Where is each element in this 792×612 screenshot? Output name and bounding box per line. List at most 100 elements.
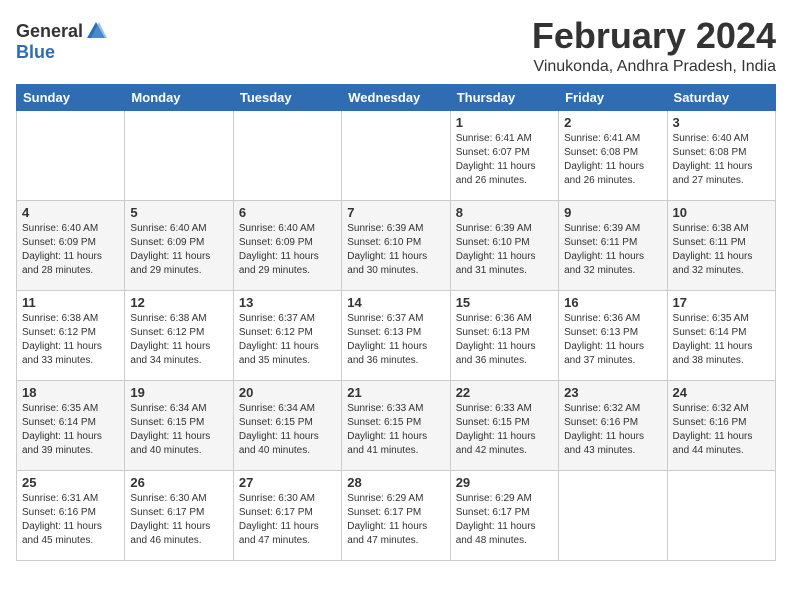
logo-general-text: General	[16, 21, 83, 42]
logo: General Blue	[16, 16, 107, 63]
calendar-cell: 23 Sunrise: 6:32 AM Sunset: 6:16 PM Dayli…	[559, 380, 667, 470]
day-number: 13	[239, 295, 336, 310]
calendar-cell: 11 Sunrise: 6:38 AM Sunset: 6:12 PM Dayli…	[17, 290, 125, 380]
day-info: Sunrise: 6:38 AM Sunset: 6:12 PM Dayligh…	[22, 312, 119, 368]
calendar-cell: 1 Sunrise: 6:41 AM Sunset: 6:07 PM Daylig…	[450, 110, 558, 200]
calendar-day-header: Thursday	[450, 84, 558, 110]
calendar-cell	[125, 110, 233, 200]
calendar-cell: 19 Sunrise: 6:34 AM Sunset: 6:15 PM Dayli…	[125, 380, 233, 470]
day-number: 19	[130, 385, 227, 400]
calendar-cell: 29 Sunrise: 6:29 AM Sunset: 6:17 PM Dayli…	[450, 470, 558, 560]
day-info: Sunrise: 6:39 AM Sunset: 6:11 PM Dayligh…	[564, 222, 661, 278]
day-info: Sunrise: 6:39 AM Sunset: 6:10 PM Dayligh…	[347, 222, 444, 278]
day-number: 29	[456, 475, 553, 490]
day-info: Sunrise: 6:37 AM Sunset: 6:12 PM Dayligh…	[239, 312, 336, 368]
day-info: Sunrise: 6:36 AM Sunset: 6:13 PM Dayligh…	[564, 312, 661, 368]
month-title: February 2024	[532, 16, 776, 56]
calendar-cell: 20Sunrise: 6:34 AM Sunset: 6:15 PM Dayli…	[233, 380, 341, 470]
calendar-header-row: SundayMondayTuesdayWednesdayThursdayFrid…	[17, 84, 776, 110]
day-number: 9	[564, 205, 661, 220]
day-number: 8	[456, 205, 553, 220]
day-info: Sunrise: 6:33 AM Sunset: 6:15 PM Dayligh…	[456, 402, 553, 458]
calendar-cell: 26Sunrise: 6:30 AM Sunset: 6:17 PM Dayli…	[125, 470, 233, 560]
day-info: Sunrise: 6:38 AM Sunset: 6:11 PM Dayligh…	[673, 222, 770, 278]
day-number: 16	[564, 295, 661, 310]
logo-icon	[85, 20, 107, 42]
calendar-table: SundayMondayTuesdayWednesdayThursdayFrid…	[16, 84, 776, 561]
calendar-cell: 6 Sunrise: 6:40 AM Sunset: 6:09 PM Daylig…	[233, 200, 341, 290]
day-info: Sunrise: 6:40 AM Sunset: 6:09 PM Dayligh…	[239, 222, 336, 278]
day-info: Sunrise: 6:30 AM Sunset: 6:17 PM Dayligh…	[239, 492, 336, 548]
calendar-week-row: 25 Sunrise: 6:31 AM Sunset: 6:16 PM Dayli…	[17, 470, 776, 560]
day-number: 12	[130, 295, 227, 310]
day-number: 25	[22, 475, 119, 490]
day-info: Sunrise: 6:31 AM Sunset: 6:16 PM Dayligh…	[22, 492, 119, 548]
day-number: 14	[347, 295, 444, 310]
calendar-week-row: 4 Sunrise: 6:40 AM Sunset: 6:09 PM Daylig…	[17, 200, 776, 290]
calendar-day-header: Friday	[559, 84, 667, 110]
calendar-cell	[559, 470, 667, 560]
day-info: Sunrise: 6:30 AM Sunset: 6:17 PM Dayligh…	[130, 492, 227, 548]
calendar-week-row: 1 Sunrise: 6:41 AM Sunset: 6:07 PM Daylig…	[17, 110, 776, 200]
day-info: Sunrise: 6:36 AM Sunset: 6:13 PM Dayligh…	[456, 312, 553, 368]
calendar-cell: 7 Sunrise: 6:39 AM Sunset: 6:10 PM Daylig…	[342, 200, 450, 290]
calendar-cell	[233, 110, 341, 200]
calendar-cell	[342, 110, 450, 200]
day-number: 23	[564, 385, 661, 400]
day-number: 28	[347, 475, 444, 490]
calendar-cell: 4 Sunrise: 6:40 AM Sunset: 6:09 PM Daylig…	[17, 200, 125, 290]
calendar-day-header: Wednesday	[342, 84, 450, 110]
calendar-cell: 28Sunrise: 6:29 AM Sunset: 6:17 PM Dayli…	[342, 470, 450, 560]
calendar-week-row: 11 Sunrise: 6:38 AM Sunset: 6:12 PM Dayli…	[17, 290, 776, 380]
logo-blue-text: Blue	[16, 42, 55, 63]
calendar-cell: 21 Sunrise: 6:33 AM Sunset: 6:15 PM Dayli…	[342, 380, 450, 470]
day-info: Sunrise: 6:41 AM Sunset: 6:07 PM Dayligh…	[456, 132, 553, 188]
day-number: 21	[347, 385, 444, 400]
calendar-cell: 12 Sunrise: 6:38 AM Sunset: 6:12 PM Dayli…	[125, 290, 233, 380]
day-info: Sunrise: 6:32 AM Sunset: 6:16 PM Dayligh…	[673, 402, 770, 458]
day-info: Sunrise: 6:40 AM Sunset: 6:09 PM Dayligh…	[130, 222, 227, 278]
calendar-cell: 18 Sunrise: 6:35 AM Sunset: 6:14 PM Dayli…	[17, 380, 125, 470]
day-info: Sunrise: 6:33 AM Sunset: 6:15 PM Dayligh…	[347, 402, 444, 458]
day-number: 27	[239, 475, 336, 490]
day-number: 5	[130, 205, 227, 220]
calendar-cell	[17, 110, 125, 200]
day-info: Sunrise: 6:41 AM Sunset: 6:08 PM Dayligh…	[564, 132, 661, 188]
calendar-cell: 8 Sunrise: 6:39 AM Sunset: 6:10 PM Daylig…	[450, 200, 558, 290]
calendar-cell: 24Sunrise: 6:32 AM Sunset: 6:16 PM Dayli…	[667, 380, 775, 470]
calendar-cell: 3Sunrise: 6:40 AM Sunset: 6:08 PM Daylig…	[667, 110, 775, 200]
calendar-cell: 17 Sunrise: 6:35 AM Sunset: 6:14 PM Dayli…	[667, 290, 775, 380]
day-info: Sunrise: 6:35 AM Sunset: 6:14 PM Dayligh…	[22, 402, 119, 458]
day-number: 10	[673, 205, 770, 220]
day-info: Sunrise: 6:34 AM Sunset: 6:15 PM Dayligh…	[130, 402, 227, 458]
calendar-cell: 10 Sunrise: 6:38 AM Sunset: 6:11 PM Dayli…	[667, 200, 775, 290]
day-info: Sunrise: 6:37 AM Sunset: 6:13 PM Dayligh…	[347, 312, 444, 368]
day-info: Sunrise: 6:29 AM Sunset: 6:17 PM Dayligh…	[456, 492, 553, 548]
calendar-cell: 16 Sunrise: 6:36 AM Sunset: 6:13 PM Dayli…	[559, 290, 667, 380]
calendar-week-row: 18 Sunrise: 6:35 AM Sunset: 6:14 PM Dayli…	[17, 380, 776, 470]
calendar-cell: 2 Sunrise: 6:41 AM Sunset: 6:08 PM Daylig…	[559, 110, 667, 200]
day-info: Sunrise: 6:39 AM Sunset: 6:10 PM Dayligh…	[456, 222, 553, 278]
calendar-day-header: Monday	[125, 84, 233, 110]
calendar-cell: 27 Sunrise: 6:30 AM Sunset: 6:17 PM Dayli…	[233, 470, 341, 560]
day-number: 17	[673, 295, 770, 310]
calendar-cell: 22 Sunrise: 6:33 AM Sunset: 6:15 PM Dayli…	[450, 380, 558, 470]
calendar-cell	[667, 470, 775, 560]
day-info: Sunrise: 6:38 AM Sunset: 6:12 PM Dayligh…	[130, 312, 227, 368]
day-number: 7	[347, 205, 444, 220]
day-number: 22	[456, 385, 553, 400]
day-number: 1	[456, 115, 553, 130]
calendar-day-header: Sunday	[17, 84, 125, 110]
day-number: 6	[239, 205, 336, 220]
day-info: Sunrise: 6:32 AM Sunset: 6:16 PM Dayligh…	[564, 402, 661, 458]
calendar-day-header: Tuesday	[233, 84, 341, 110]
calendar-cell: 5 Sunrise: 6:40 AM Sunset: 6:09 PM Daylig…	[125, 200, 233, 290]
day-info: Sunrise: 6:35 AM Sunset: 6:14 PM Dayligh…	[673, 312, 770, 368]
day-number: 2	[564, 115, 661, 130]
calendar-day-header: Saturday	[667, 84, 775, 110]
day-number: 11	[22, 295, 119, 310]
day-number: 20	[239, 385, 336, 400]
day-number: 18	[22, 385, 119, 400]
day-number: 4	[22, 205, 119, 220]
day-info: Sunrise: 6:40 AM Sunset: 6:09 PM Dayligh…	[22, 222, 119, 278]
